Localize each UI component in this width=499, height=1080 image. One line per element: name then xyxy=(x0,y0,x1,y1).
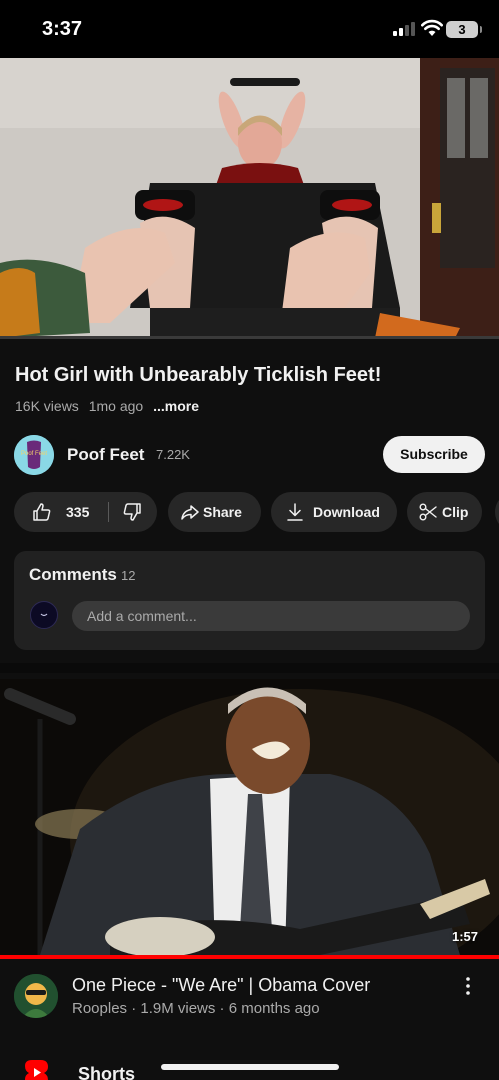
video-title[interactable]: Hot Girl with Unbearably Ticklish Feet! xyxy=(15,364,485,387)
clip-label: Clip xyxy=(442,504,469,520)
channel-logo-icon: Poof Feet xyxy=(14,435,54,475)
battery-indicator: 3 xyxy=(446,21,482,38)
channel-row[interactable]: Poof Feet Poof Feet 7.22K Subscribe xyxy=(0,434,499,476)
like-count[interactable]: 335 xyxy=(66,504,89,520)
next-video-meta: Rooples · 1.9M views · 6 months ago xyxy=(72,1000,320,1017)
download-label: Download xyxy=(313,504,380,520)
scissors-icon xyxy=(419,503,437,521)
channel-name[interactable]: Poof Feet xyxy=(67,445,144,465)
svg-text:Poof Feet: Poof Feet xyxy=(21,451,47,457)
share-label: Share xyxy=(203,504,242,520)
thumbs-up-icon[interactable] xyxy=(32,502,52,522)
video-player[interactable] xyxy=(0,58,499,338)
next-channel-avatar[interactable] xyxy=(14,974,58,1018)
home-indicator[interactable] xyxy=(161,1064,339,1070)
more-actions-pill[interactable] xyxy=(495,492,499,532)
like-divider xyxy=(108,502,109,522)
shorts-label: Shorts xyxy=(78,1064,136,1080)
upload-age: 1mo ago xyxy=(88,398,144,414)
next-video-title[interactable]: One Piece - "We Are" | Obama Cover xyxy=(72,975,442,996)
user-avatar xyxy=(30,601,58,629)
next-video-progress-bar xyxy=(0,955,499,959)
video-progress-bar[interactable] xyxy=(0,336,499,339)
share-icon xyxy=(181,505,199,520)
cellular-signal-icon xyxy=(393,22,417,36)
video-meta[interactable]: 16K views 1mo ago ...more xyxy=(15,398,199,414)
section-divider xyxy=(0,663,499,673)
comments-title: Comments xyxy=(29,565,117,584)
status-bar: 3:37 3 xyxy=(0,0,499,58)
add-comment-input[interactable]: Add a comment... xyxy=(72,601,470,631)
kebab-menu-icon[interactable] xyxy=(462,975,474,997)
status-time: 3:37 xyxy=(42,18,83,40)
video-frame-image xyxy=(0,58,499,338)
like-dislike-pill: 335 xyxy=(14,492,157,532)
download-icon xyxy=(287,503,303,521)
share-button[interactable]: Share xyxy=(168,492,261,532)
subscribe-button[interactable]: Subscribe xyxy=(383,436,485,473)
download-button[interactable]: Download xyxy=(271,492,397,532)
comments-count: 12 xyxy=(121,568,136,583)
wifi-icon xyxy=(421,19,443,36)
user-avatar-icon xyxy=(40,613,48,617)
next-video-thumbnail[interactable] xyxy=(0,679,499,955)
clip-button[interactable]: Clip xyxy=(407,492,482,532)
next-video-thumbnail-image xyxy=(0,679,499,955)
action-buttons-row: 335 Share Download Clip xyxy=(0,492,499,532)
video-duration-badge: 1:57 xyxy=(452,929,479,944)
comments-card[interactable]: Comments 12 Add a comment... xyxy=(14,551,485,650)
subscriber-count: 7.22K xyxy=(156,447,190,462)
view-count: 16K views xyxy=(15,398,79,414)
thumbs-down-icon[interactable] xyxy=(122,502,142,522)
shorts-icon xyxy=(25,1060,48,1080)
next-channel-avatar-image xyxy=(14,974,58,1018)
more-link[interactable]: ...more xyxy=(153,398,199,414)
youtube-watch-screen: 3:37 3 Hot Girl with Unbearably Ticklish… xyxy=(0,0,499,1080)
channel-avatar[interactable]: Poof Feet xyxy=(14,435,54,475)
